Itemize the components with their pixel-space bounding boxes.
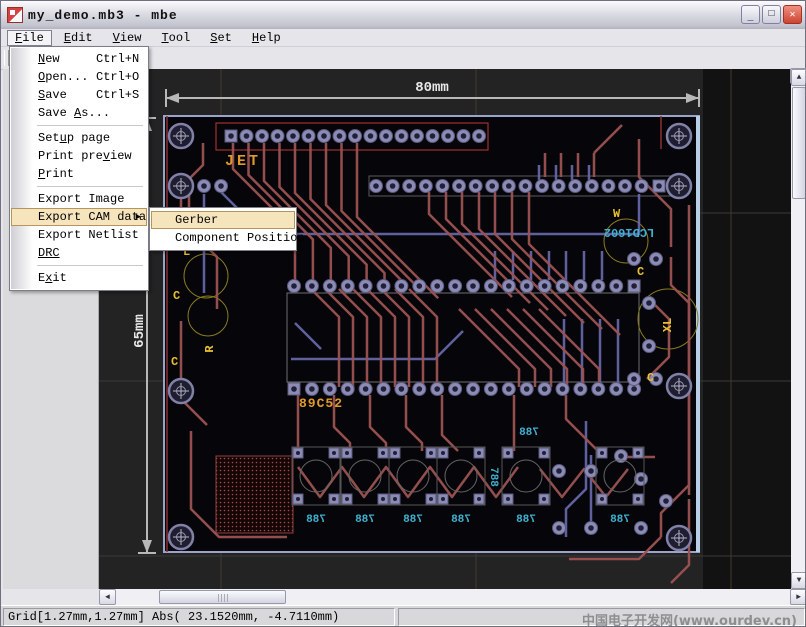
submenu-arrow-icon: ▶ bbox=[136, 208, 141, 226]
close-icon: ✕ bbox=[789, 9, 795, 21]
menubar-item-view[interactable]: View bbox=[105, 30, 150, 46]
maximize-button[interactable]: □ bbox=[762, 5, 781, 24]
menu-item-open[interactable]: Open...Ctrl+O bbox=[11, 68, 147, 86]
pcb-canvas[interactable]: 80mm65mm JET89C52CCCCCLWXLRLCD1602788788… bbox=[99, 69, 791, 589]
menu-item-save-as[interactable]: Save As... bbox=[11, 104, 147, 122]
menu-item-export-image[interactable]: Export Image bbox=[11, 190, 147, 208]
pcb-label: R bbox=[203, 345, 217, 353]
menu-item-drc[interactable]: DRC bbox=[11, 244, 147, 262]
menu-item-print[interactable]: Print bbox=[11, 165, 147, 183]
status-bar: Grid[1.27mm,1.27mm] Abs( 23.1520mm, -4.7… bbox=[1, 605, 805, 627]
window-title: my_demo.mb3 - mbe bbox=[28, 8, 178, 23]
menu-bar: FileEditViewToolSetHelp bbox=[1, 29, 805, 47]
scroll-up-button[interactable]: ▲ bbox=[791, 69, 806, 86]
vertical-scroll-thumb[interactable] bbox=[792, 87, 806, 199]
menubar-item-set[interactable]: Set bbox=[202, 30, 240, 46]
app-window: my_demo.mb3 - mbe _ □ ✕ FileEditViewTool… bbox=[0, 0, 806, 627]
menubar-item-file[interactable]: File bbox=[7, 30, 52, 46]
pcb-label: 788 bbox=[403, 514, 423, 526]
dimension-width-label: 80mm bbox=[415, 80, 449, 96]
pcb-label: 788 bbox=[610, 514, 630, 526]
file-menu: NewCtrl+NOpen...Ctrl+OSaveCtrl+SSave As.… bbox=[9, 46, 149, 291]
scroll-down-button[interactable]: ▼ bbox=[791, 572, 806, 589]
menu-separator bbox=[11, 183, 147, 190]
pcb-label: 788 bbox=[306, 514, 326, 526]
scroll-right-button[interactable]: ► bbox=[790, 589, 806, 605]
arrow-up-icon: ▲ bbox=[797, 73, 802, 82]
minimize-icon: _ bbox=[747, 13, 753, 24]
export-cam-submenu: GerberComponent Position bbox=[149, 207, 297, 251]
pcb-label: 788 bbox=[519, 427, 539, 439]
menu-item-print-preview[interactable]: Print preview bbox=[11, 147, 147, 165]
pcb-label: C bbox=[171, 355, 178, 369]
menu-item-save[interactable]: SaveCtrl+S bbox=[11, 86, 147, 104]
watermark-text: 中国电子开发网(www.ourdev.cn) bbox=[582, 610, 797, 627]
menu-separator bbox=[11, 262, 147, 269]
pcb-label: C bbox=[637, 265, 644, 279]
menu-item-export-cam-data[interactable]: Export CAM data▶ bbox=[11, 208, 147, 226]
dimension-height-label: 65mm bbox=[132, 314, 148, 348]
menu-item-setup-page[interactable]: Setup page bbox=[11, 129, 147, 147]
pcb-label: 788 bbox=[487, 467, 499, 487]
menubar-item-help[interactable]: Help bbox=[244, 30, 289, 46]
pcb-label: C bbox=[647, 371, 654, 385]
pcb-label: 788 bbox=[451, 514, 471, 526]
arrow-right-icon: ► bbox=[796, 593, 801, 602]
pcb-label: 89C52 bbox=[299, 396, 343, 411]
horizontal-scroll-thumb[interactable] bbox=[159, 590, 286, 604]
menu-item-export-netlist[interactable]: Export Netlist bbox=[11, 226, 147, 244]
submenu-item-component-position[interactable]: Component Position bbox=[151, 229, 295, 247]
arrow-left-icon: ◄ bbox=[105, 593, 110, 602]
submenu-item-gerber[interactable]: Gerber bbox=[151, 211, 295, 229]
menubar-item-edit[interactable]: Edit bbox=[56, 30, 101, 46]
pcb-label: C bbox=[173, 289, 180, 303]
scroll-left-button[interactable]: ◄ bbox=[99, 589, 116, 605]
minimize-button[interactable]: _ bbox=[741, 5, 760, 24]
pcb-label: XL bbox=[661, 318, 675, 332]
menu-item-new[interactable]: NewCtrl+N bbox=[11, 50, 147, 68]
maximize-icon: □ bbox=[768, 9, 774, 20]
menu-item-exit[interactable]: Exit bbox=[11, 269, 147, 287]
menu-separator bbox=[11, 122, 147, 129]
menubar-item-tool[interactable]: Tool bbox=[153, 30, 198, 46]
pcb-label: 788 bbox=[516, 514, 536, 526]
arrow-down-icon: ▼ bbox=[797, 576, 802, 585]
copper-pour bbox=[216, 456, 293, 533]
pcb-label: W bbox=[613, 207, 621, 221]
pcb-label: 788 bbox=[355, 514, 375, 526]
pcb-label: LCD1602 bbox=[604, 225, 654, 239]
close-button[interactable]: ✕ bbox=[783, 5, 802, 24]
pcb-label: JET bbox=[225, 153, 261, 170]
status-grid-readout: Grid[1.27mm,1.27mm] Abs( 23.1520mm, -4.7… bbox=[3, 608, 395, 626]
app-icon bbox=[7, 7, 23, 23]
title-bar: my_demo.mb3 - mbe _ □ ✕ bbox=[1, 1, 805, 30]
